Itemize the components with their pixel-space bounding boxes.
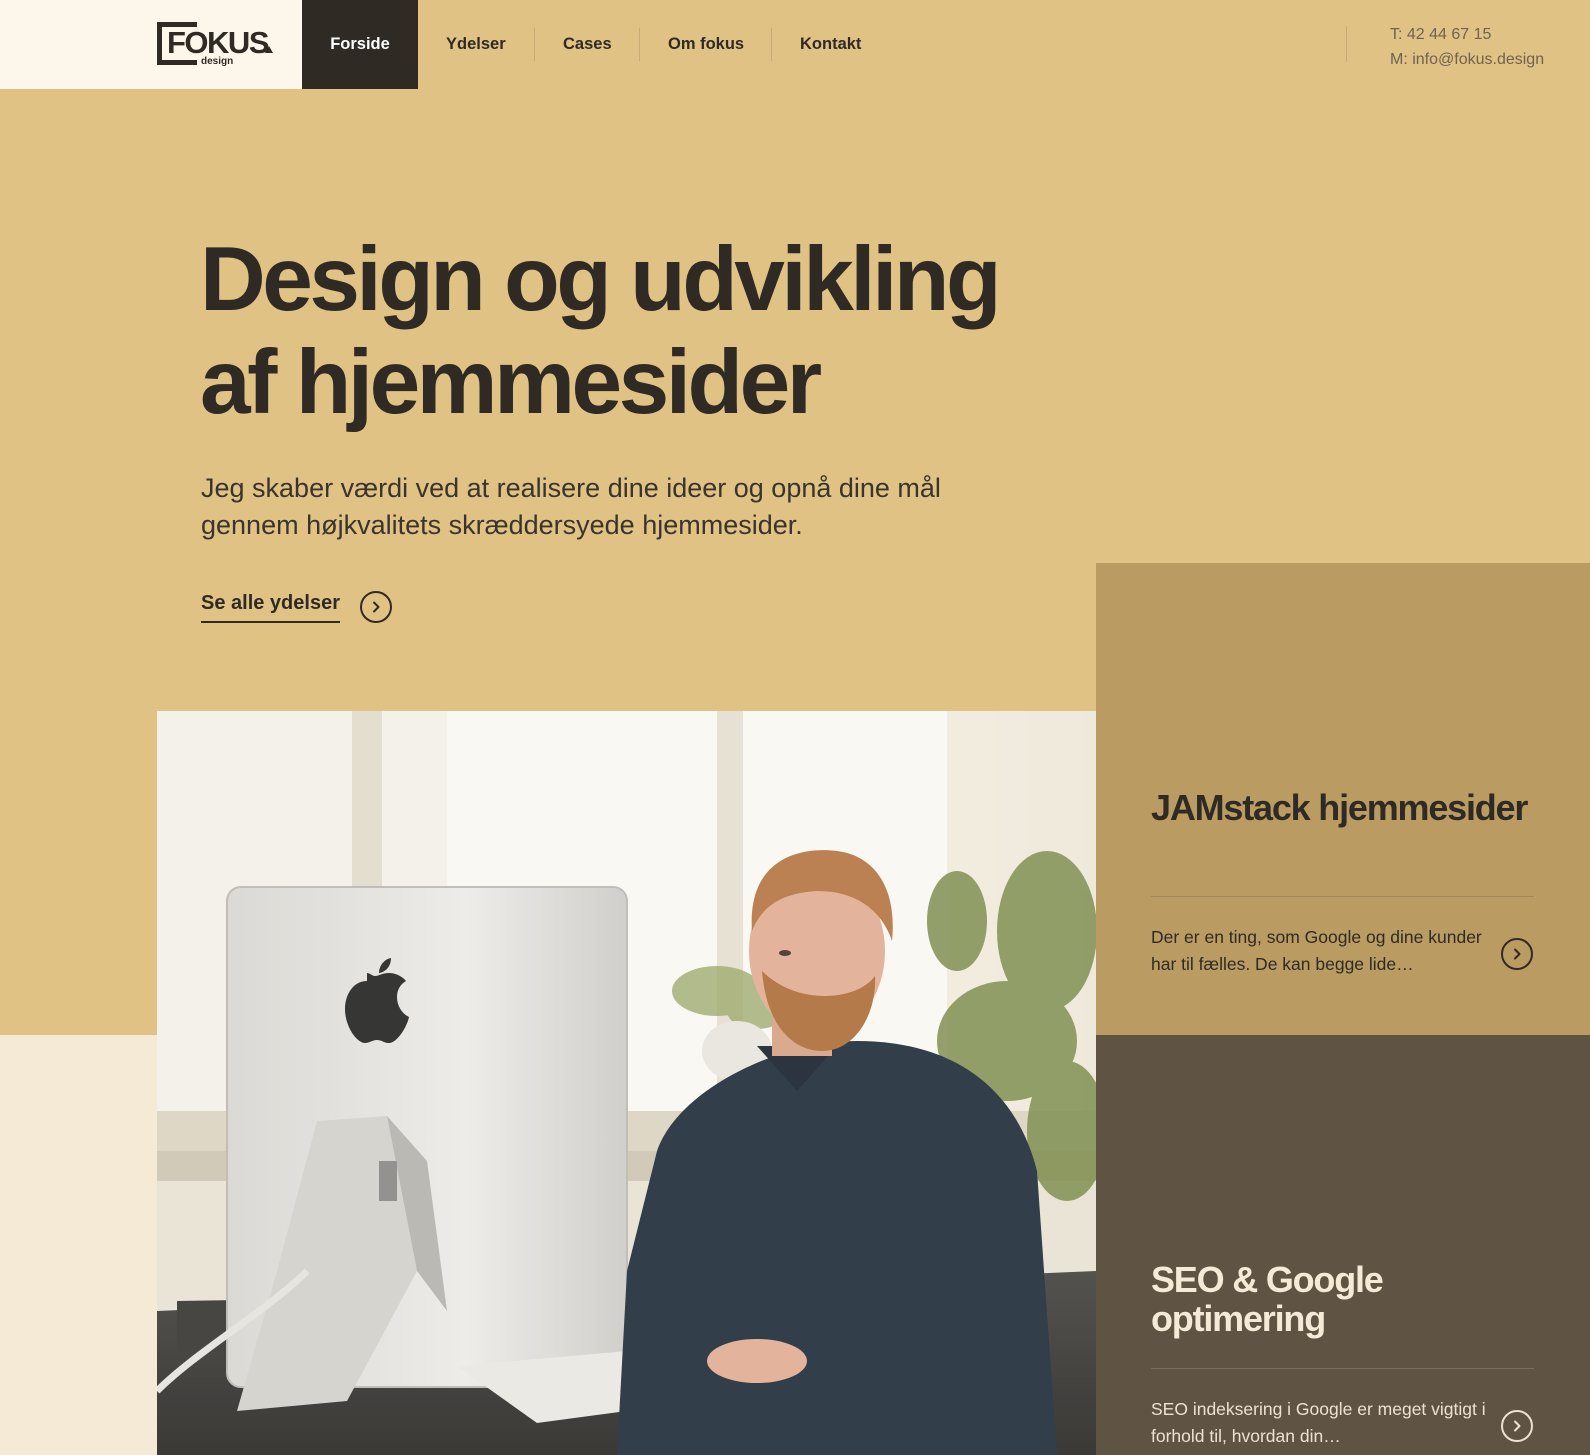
contact-email[interactable]: M: info@fokus.design [1390,47,1544,72]
card-divider [1151,1368,1534,1369]
logo-wordmark: FOKUS [167,25,270,60]
cta-label: Se alle ydelser [201,592,340,623]
nav-item-label: Om fokus [668,35,745,53]
card-divider [1151,896,1534,897]
service-card-text: Der er en ting, som Google og dine kunde… [1151,927,1482,974]
nav-item-forside[interactable]: Forside [302,0,418,89]
contact-divider [1346,26,1347,62]
nav-item-om-fokus[interactable]: Om fokus [640,0,772,89]
service-card-title: SEO & Google optimering [1151,1259,1384,1339]
see-all-services-link[interactable]: Se alle ydelser [201,590,392,623]
chevron-right-icon[interactable] [1501,938,1533,970]
nav-item-cases[interactable]: Cases [535,0,640,89]
service-card-title: JAMstack hjemmesider [1151,787,1528,828]
hero-title-line-2: af hjemmesider [200,332,822,433]
man-working-at-imac-photo [157,711,1096,1455]
chevron-right-icon[interactable] [359,590,392,623]
nav-item-kontakt[interactable]: Kontakt [772,0,892,89]
service-card-seo[interactable]: SEO & Google optimering SEO indeksering … [1096,1035,1590,1455]
hero-title-line-1: Design og udvikling [200,229,1002,330]
nav-item-label: Cases [563,35,612,53]
logo-triangle-dot [265,46,273,53]
service-card-text: SEO indeksering i Google er meget vigtig… [1151,1399,1486,1446]
nav-item-label: Forside [330,35,390,53]
hero-title: Design og udvikling af hjemmesider [200,228,1100,434]
site-header: FOKUS design Forside Ydelser Cases Om fo… [0,0,1590,89]
contact-info: T: 42 44 67 15 M: info@fokus.design [1390,22,1544,72]
service-card-jamstack[interactable]: JAMstack hjemmesider Der er en ting, som… [1096,563,1590,1035]
nav-item-label: Kontakt [800,35,862,53]
fokus-logo[interactable]: FOKUS design [157,22,277,68]
nav-item-ydelser[interactable]: Ydelser [418,0,535,89]
logo-subtitle: design [201,56,234,67]
chevron-right-icon[interactable] [1501,1410,1533,1442]
contact-phone[interactable]: T: 42 44 67 15 [1390,22,1544,47]
nav-item-label: Ydelser [446,35,506,53]
main-nav: Forside Ydelser Cases Om fokus Kontakt [302,0,892,89]
logo-area: FOKUS design [0,0,302,89]
hero-subtitle: Jeg skaber værdi ved at realisere dine i… [201,473,941,540]
